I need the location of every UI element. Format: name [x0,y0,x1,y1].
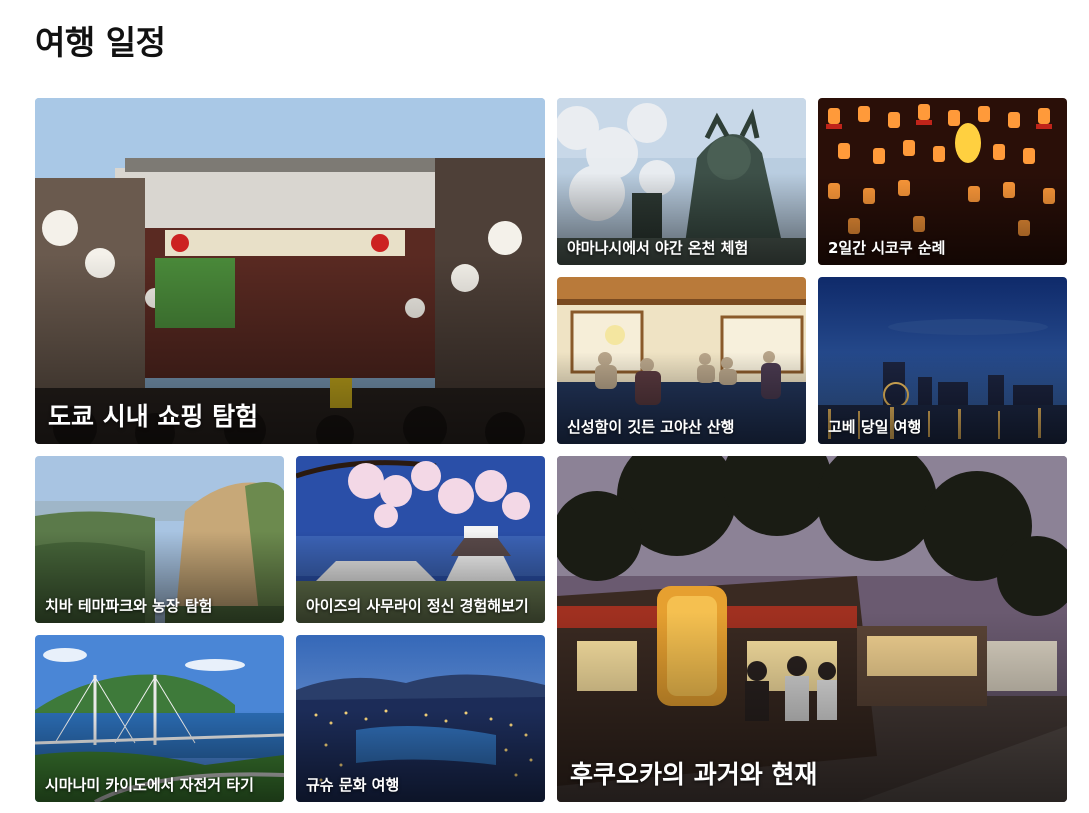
itinerary-grid: 도쿄 시내 쇼핑 탐험 야마나시에서 야간 온천 체험 2일간 시코쿠 순례 신… [35,98,1067,804]
tile-label: 고베 당일 여행 [828,418,922,436]
tile-shimanami[interactable]: 시마나미 카이도에서 자전거 타기 [35,635,284,802]
tile-tokyo[interactable]: 도쿄 시내 쇼핑 탐험 [35,98,545,444]
tile-kobe[interactable]: 고베 당일 여행 [818,277,1067,444]
tile-label: 시마나미 카이도에서 자전거 타기 [45,776,254,794]
tile-shikoku[interactable]: 2일간 시코쿠 순례 [818,98,1067,265]
tile-label: 후쿠오카의 과거와 현재 [570,760,818,789]
tile-kyushu[interactable]: 규슈 문화 여행 [296,635,545,802]
tile-chiba[interactable]: 치바 테마파크와 농장 탐험 [35,456,284,623]
tile-label: 치바 테마파크와 농장 탐험 [45,597,213,615]
tile-label: 아이즈의 사무라이 정신 경험해보기 [306,597,529,615]
tile-label: 야마나시에서 야간 온천 체험 [567,239,749,257]
tile-fukuoka[interactable]: 후쿠오카의 과거와 현재 [557,456,1067,802]
page-title: 여행 일정 [35,23,166,62]
tile-yamanashi[interactable]: 야마나시에서 야간 온천 체험 [557,98,806,265]
tile-label: 규슈 문화 여행 [306,776,400,794]
tile-aizu[interactable]: 아이즈의 사무라이 정신 경험해보기 [296,456,545,623]
tile-label: 도쿄 시내 쇼핑 탐험 [48,402,259,431]
tile-koyasan[interactable]: 신성함이 깃든 고야산 산행 [557,277,806,444]
tile-label: 2일간 시코쿠 순례 [828,239,946,257]
tile-label: 신성함이 깃든 고야산 산행 [567,418,735,436]
